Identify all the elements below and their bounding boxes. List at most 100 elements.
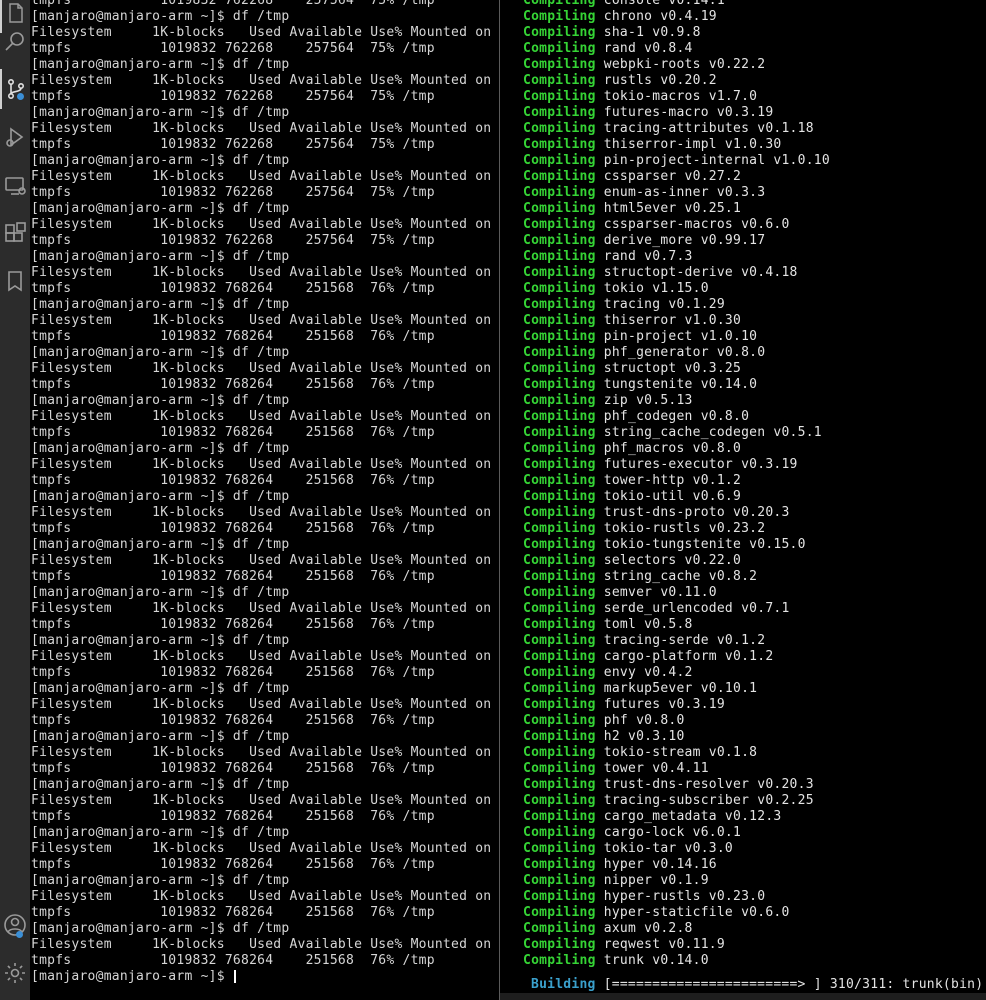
compile-line: Compiling pin-project-internal v1.0.10 [500,153,986,169]
compile-keyword: Compiling [523,409,596,424]
compile-package: cargo_metadata v0.12.3 [595,809,782,824]
compile-line: Compiling reqwest v0.11.9 [500,937,986,953]
bookmark-icon[interactable] [0,261,30,301]
compile-line: Compiling tower v0.4.11 [500,761,986,777]
compile-package: console v0.14.1 [595,0,725,8]
compile-line: Compiling tokio-stream v0.1.8 [500,745,986,761]
left-terminal-line: tmpfs 1019832 768264 251568 76% /tmp [31,617,435,632]
remote-explorer-icon[interactable] [0,165,30,205]
left-terminal-line: [manjaro@manjaro-arm ~]$ df /tmp [31,105,290,120]
compile-package: thiserror-impl v1.0.30 [595,137,782,152]
compile-keyword: Compiling [523,505,596,520]
source-control-icon[interactable] [0,69,30,109]
compile-line: Compiling cssparser v0.27.2 [500,169,986,185]
left-terminal-line: [manjaro@manjaro-arm ~]$ [31,969,499,985]
compile-keyword: Compiling [523,105,596,120]
compile-keyword: Compiling [523,169,596,184]
compile-line: Compiling enum-as-inner v0.3.3 [500,185,986,201]
compile-package: reqwest v0.11.9 [595,937,725,952]
left-terminal-line: Filesystem 1K-blocks Used Available Use%… [31,217,492,232]
compile-line: Compiling futures v0.3.19 [500,697,986,713]
left-terminal-line: Filesystem 1K-blocks Used Available Use%… [31,361,492,376]
compile-line: Compiling sha-1 v0.9.8 [500,25,986,41]
left-terminal-line: tmpfs 1019832 768264 251568 76% /tmp [31,857,435,872]
compile-line: Compiling tracing-subscriber v0.2.25 [500,793,986,809]
compile-line: Compiling cargo-platform v0.1.2 [500,649,986,665]
left-terminal-line: tmpfs 1019832 768264 251568 76% /tmp [31,713,435,728]
compile-keyword: Compiling [523,553,596,568]
compile-line: Compiling rustls v0.20.2 [500,73,986,89]
left-terminal-line: Filesystem 1K-blocks Used Available Use%… [31,601,492,616]
left-terminal-line: [manjaro@manjaro-arm ~]$ df /tmp [31,537,290,552]
compile-package: cargo-platform v0.1.2 [595,649,774,664]
left-terminal-line: [manjaro@manjaro-arm ~]$ df /tmp [31,681,290,696]
left-terminal-line: [manjaro@manjaro-arm ~]$ df /tmp [31,489,290,504]
build-progress-line: Building [=======================> ] 310… [500,977,986,993]
compile-line: Compiling derive_more v0.99.17 [500,233,986,249]
extensions-icon[interactable] [0,213,30,253]
compile-package: phf_codegen v0.8.0 [595,409,750,424]
left-terminal-line: Filesystem 1K-blocks Used Available Use%… [31,265,492,280]
compile-line: Compiling trunk v0.14.0 [500,953,986,969]
compile-package: trust-dns-resolver v0.20.3 [595,777,814,792]
compile-line: Compiling string_cache v0.8.2 [500,569,986,585]
compile-keyword: Compiling [523,601,596,616]
compile-keyword: Compiling [523,937,596,952]
left-terminal-line: tmpfs 1019832 762268 257564 75% /tmp [31,185,435,200]
compile-package: chrono v0.4.19 [595,9,717,24]
compile-line: Compiling chrono v0.4.19 [500,9,986,25]
compile-line: Compiling hyper-rustls v0.23.0 [500,889,986,905]
compile-line: Compiling tokio-tar v0.3.0 [500,841,986,857]
manage-gear-icon[interactable] [0,953,30,993]
left-terminal-line: [manjaro@manjaro-arm ~]$ df /tmp [31,345,290,360]
left-terminal[interactable]: tmpfs 1019832 762268 257564 75% /tmp [man… [31,0,499,993]
left-terminal-line: Filesystem 1K-blocks Used Available Use%… [31,169,492,184]
compile-package: trust-dns-proto v0.20.3 [595,505,790,520]
compile-package: futures v0.3.19 [595,697,725,712]
compile-line: Compiling tokio-macros v1.7.0 [500,89,986,105]
left-terminal-line: [manjaro@manjaro-arm ~]$ df /tmp [31,921,290,936]
compile-package: phf v0.8.0 [595,713,685,728]
compile-keyword: Compiling [523,841,596,856]
left-terminal-line: Filesystem 1K-blocks Used Available Use%… [31,745,492,760]
compile-package: tower v0.4.11 [595,761,709,776]
compile-package: structopt-derive v0.4.18 [595,265,798,280]
left-terminal-line: tmpfs 1019832 762268 257564 75% /tmp [31,89,435,104]
left-terminal-line: [manjaro@manjaro-arm ~]$ df /tmp [31,633,290,648]
account-icon[interactable] [0,905,30,945]
compile-package: tokio-stream v0.1.8 [595,745,758,760]
left-terminal-line: Filesystem 1K-blocks Used Available Use%… [31,121,492,136]
run-debug-icon[interactable] [0,117,30,157]
compile-line: Compiling cargo-lock v6.0.1 [500,825,986,841]
compile-line: Compiling toml v0.5.8 [500,617,986,633]
compile-keyword: Compiling [523,281,596,296]
compile-package: tokio-macros v1.7.0 [595,89,758,104]
compile-line: Compiling tungstenite v0.14.0 [500,377,986,393]
compile-line: Compiling thiserror v1.0.30 [500,313,986,329]
compile-line: Compiling cargo_metadata v0.12.3 [500,809,986,825]
left-terminal-line: tmpfs 1019832 768264 251568 76% /tmp [31,569,435,584]
compile-package: enum-as-inner v0.3.3 [595,185,766,200]
compile-keyword: Compiling [523,329,596,344]
compile-line: Compiling tokio-tungstenite v0.15.0 [500,537,986,553]
compile-package: html5ever v0.25.1 [595,201,742,216]
left-terminal-line: [manjaro@manjaro-arm ~]$ df /tmp [31,153,290,168]
compile-package: sha-1 v0.9.8 [595,25,701,40]
compile-line: Compiling trust-dns-resolver v0.20.3 [500,777,986,793]
compile-line: Compiling trust-dns-proto v0.20.3 [500,505,986,521]
left-terminal-line: [manjaro@manjaro-arm ~]$ df /tmp [31,825,290,840]
compile-line: Compiling pin-project v1.0.10 [500,329,986,345]
compile-keyword: Compiling [523,361,596,376]
search-icon[interactable] [0,21,30,61]
compile-keyword: Compiling [523,537,596,552]
left-terminal-line: Filesystem 1K-blocks Used Available Use%… [31,313,492,328]
right-terminal[interactable]: Compiling console v0.14.1 Compiling chron… [500,0,986,993]
compile-line: Compiling tower-http v0.1.2 [500,473,986,489]
compile-keyword: Compiling [523,441,596,456]
compile-line: Compiling tokio v1.15.0 [500,281,986,297]
left-terminal-line: tmpfs 1019832 768264 251568 76% /tmp [31,761,435,776]
compile-package: rand v0.8.4 [595,41,693,56]
compile-keyword: Compiling [523,265,596,280]
compile-keyword: Compiling [523,649,596,664]
compile-line: Compiling serde_urlencoded v0.7.1 [500,601,986,617]
